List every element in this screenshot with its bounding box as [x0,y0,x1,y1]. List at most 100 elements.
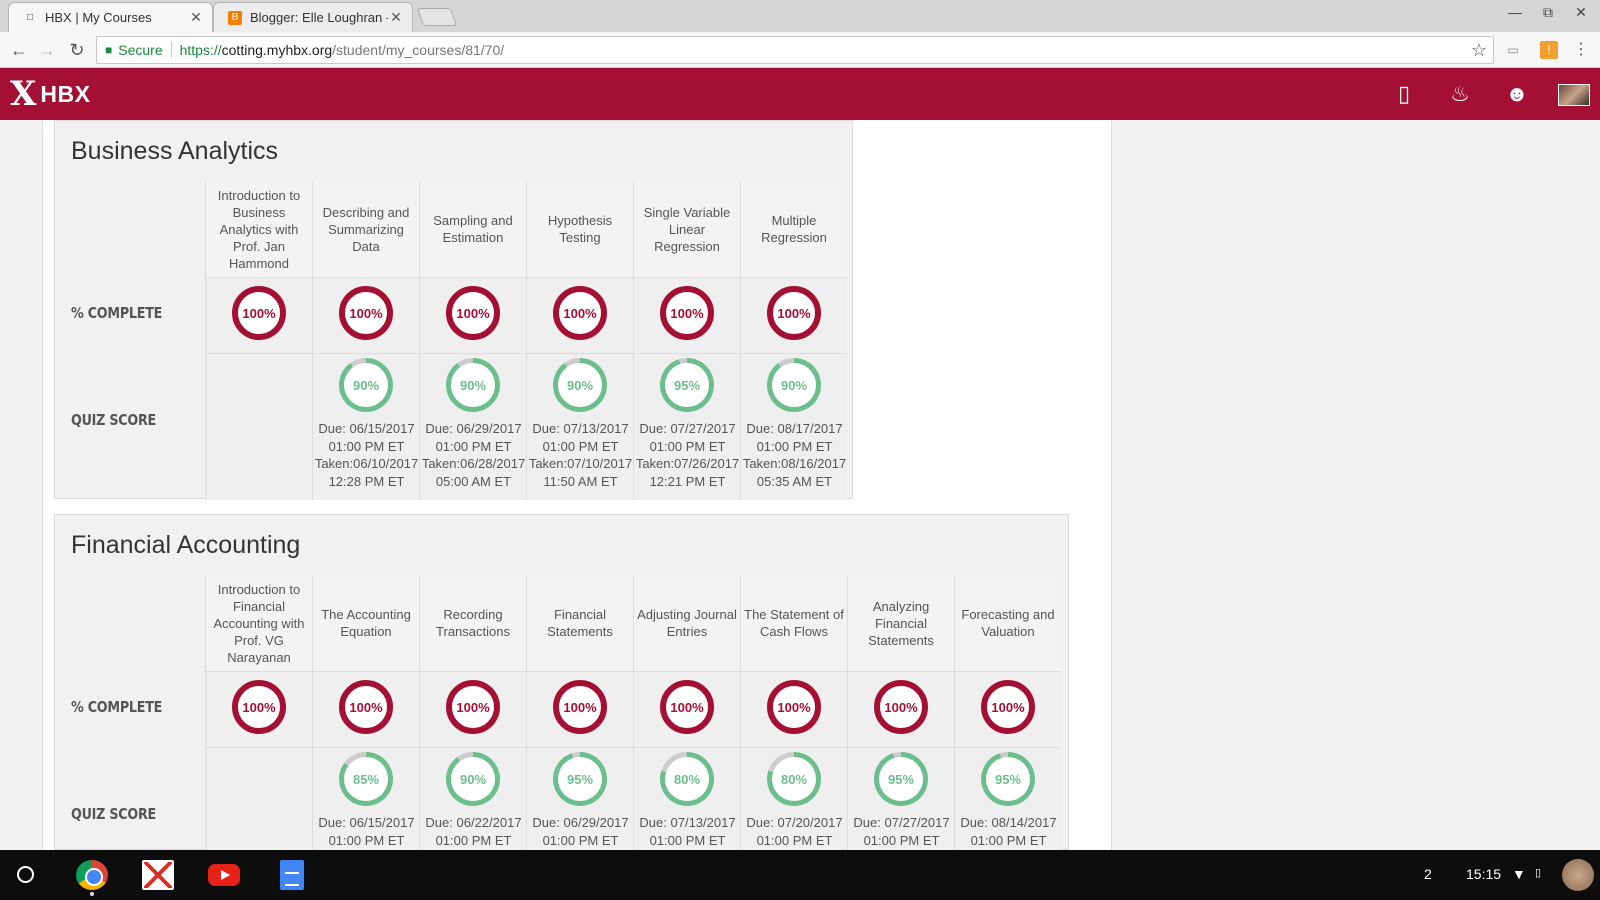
bookmark-star-icon[interactable]: ☆ [1471,40,1487,61]
quiz-score-label: 95% [566,771,594,787]
module-name[interactable]: Describing and Summarizing Data [312,181,419,277]
module-name[interactable]: Multiple Regression [740,181,847,277]
completion-ring[interactable]: 100% [553,680,607,734]
battery-icon[interactable]: ▯ [1535,866,1541,879]
notes-icon[interactable]: ▯ [1390,80,1418,108]
quiz-score-label: 80% [673,771,701,787]
completion-ring[interactable]: 100% [446,286,500,340]
quiz-score-ring[interactable]: 95% [553,752,607,806]
address-bar[interactable]: ■ Secure https:// cotting.myhbx.org /stu… [96,36,1494,64]
quiz-score-ring[interactable]: 80% [660,752,714,806]
hbx-logo[interactable]: X HBX [10,77,90,111]
complete-cell: 100% [633,277,740,353]
reload-icon[interactable]: ↻ [66,39,88,61]
quiz-score-ring[interactable]: 90% [767,358,821,412]
cast-icon[interactable]: ▭ [1504,41,1522,59]
completion-ring[interactable]: 100% [553,286,607,340]
due-date: 01:00 PM ET [970,832,1047,848]
complete-cell: 100% [847,671,954,747]
completion-ring[interactable]: 100% [446,680,500,734]
tab-hbx-my-courses[interactable]: □ HBX | My Courses ✕ [8,2,213,32]
quiz-score-ring[interactable]: 85% [339,752,393,806]
close-tab-icon[interactable]: ✕ [388,9,404,26]
completion-ring[interactable]: 100% [874,680,928,734]
quiz-score-label: 90% [352,377,380,393]
completion-ring[interactable]: 100% [232,286,286,340]
quiz-score-label: 90% [780,377,808,393]
course-title: Business Analytics [71,137,279,165]
new-tab-button[interactable] [416,8,458,26]
completion-ring[interactable]: 100% [660,680,714,734]
completion-ring[interactable]: 100% [660,286,714,340]
module-name[interactable]: Sampling and Estimation [419,181,526,277]
quiz-score-ring[interactable]: 90% [446,358,500,412]
smiley-icon[interactable]: ☻ [1503,80,1531,108]
user-avatar[interactable] [1562,859,1594,891]
menu-icon[interactable]: ⋮ [1572,41,1590,59]
wifi-icon[interactable]: ▼ [1512,866,1526,882]
launcher-icon[interactable] [17,866,34,883]
due-date: Due: 07/13/2017 [532,421,629,436]
restore-icon[interactable]: ⧉ [1533,4,1563,21]
quiz-cell: 95% Due: 08/14/2017 01:00 PM ET [954,747,1061,851]
running-indicator [90,892,94,896]
quiz-score-ring[interactable]: 95% [981,752,1035,806]
clock[interactable]: 15:15 [1466,866,1501,882]
module-name[interactable]: Financial Statements [526,575,633,671]
complete-cell: 100% [526,671,633,747]
docs-icon[interactable] [280,860,304,890]
module-name[interactable]: The Statement of Cash Flows [740,575,847,671]
gmail-icon[interactable] [142,860,174,890]
quiz-score-label: 85% [352,771,380,787]
completion-ring[interactable]: 100% [232,680,286,734]
quiz-score-ring[interactable]: 95% [660,358,714,412]
quiz-score-ring[interactable]: 90% [553,358,607,412]
completion-ring[interactable]: 100% [767,680,821,734]
due-date: Due: 06/15/2017 [318,421,415,436]
module-name[interactable]: Introduction to Financial Accounting wit… [205,575,312,671]
quiz-score-ring[interactable]: 90% [446,752,500,806]
completion-ring[interactable]: 100% [339,680,393,734]
module-name[interactable]: Forecasting and Valuation [954,575,1061,671]
complete-cell: 100% [954,671,1061,747]
extension-icon[interactable]: ! [1540,41,1558,59]
quiz-score-label: 95% [673,377,701,393]
bell-icon[interactable]: ♨ [1446,80,1474,108]
tab-blogger[interactable]: B Blogger: Elle Loughran - I ✕ [213,2,413,32]
module-name[interactable]: Introduction to Business Analytics with … [205,181,312,277]
module-name[interactable]: Analyzing Financial Statements [847,575,954,671]
forward-icon[interactable]: → [36,39,58,61]
module-name[interactable]: Hypothesis Testing [526,181,633,277]
quiz-score-ring[interactable]: 80% [767,752,821,806]
close-window-icon[interactable]: ✕ [1566,4,1596,21]
due-date: 01:00 PM ET [435,438,512,454]
quiz-score-label: 95% [994,771,1022,787]
module-name[interactable]: Recording Transactions [419,575,526,671]
module-name[interactable]: The Accounting Equation [312,575,419,671]
due-date: Due: 06/29/2017 [532,815,629,830]
taken-date: Taken:08/16/2017 [742,456,847,471]
close-tab-icon[interactable]: ✕ [188,9,204,26]
due-date: Due: 07/13/2017 [639,815,736,830]
course-title: Financial Accounting [71,531,301,559]
chrome-icon[interactable] [76,860,108,890]
module-name[interactable]: Adjusting Journal Entries [633,575,740,671]
youtube-icon[interactable] [208,864,240,886]
site-header: X HBX ▯ ♨ ☻ [0,68,1600,120]
back-icon[interactable]: ← [8,39,30,61]
quiz-cell [205,747,312,851]
module-name[interactable]: Single Variable Linear Regression [633,181,740,277]
completion-ring[interactable]: 100% [767,286,821,340]
completion-ring[interactable]: 100% [981,680,1035,734]
due-date: 01:00 PM ET [756,438,833,454]
profile-avatar[interactable] [1558,84,1590,106]
minimize-icon[interactable]: — [1500,4,1530,20]
complete-cell: 100% [312,277,419,353]
quiz-score-ring[interactable]: 90% [339,358,393,412]
quiz-cell: 90% Due: 06/22/2017 01:00 PM ET [419,747,526,851]
due-date: 01:00 PM ET [863,832,940,848]
quiz-score-ring[interactable]: 95% [874,752,928,806]
completion-ring[interactable]: 100% [339,286,393,340]
notification-count[interactable]: 2 [1424,866,1432,882]
lock-icon: ■ [105,43,113,57]
